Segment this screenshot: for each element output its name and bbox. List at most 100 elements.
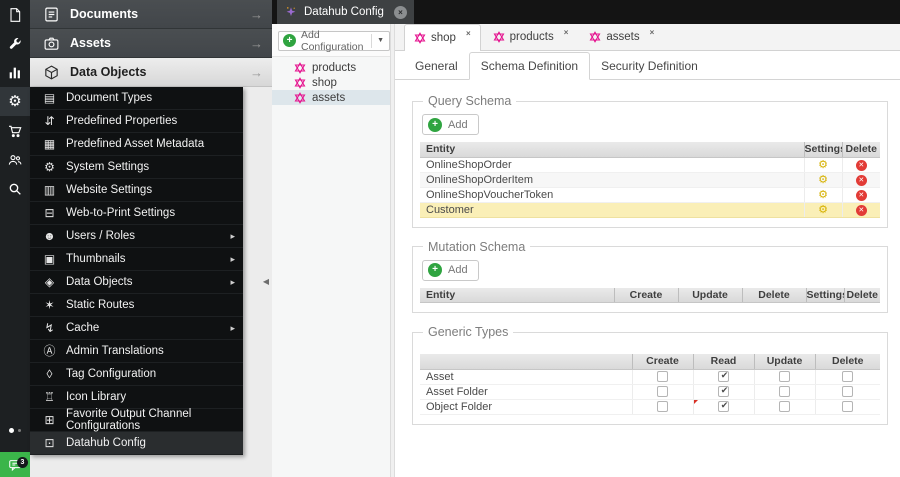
gear-icon[interactable]: ⚙ <box>818 174 828 186</box>
rail-ecommerce-button[interactable] <box>0 116 30 145</box>
delete-checkbox[interactable] <box>842 401 854 413</box>
menu-item-admin-translations[interactable]: ⒶAdmin Translations▸ <box>30 340 243 363</box>
column-header-update[interactable]: Update <box>753 354 815 370</box>
rail-tools-button[interactable] <box>0 29 30 58</box>
menu-item-predefined-properties[interactable]: ⇵Predefined Properties▸ <box>30 110 243 133</box>
menu-item-website-settings[interactable]: ▥Website Settings▸ <box>30 179 243 202</box>
tree-item-products[interactable]: products <box>272 60 390 75</box>
delete-icon[interactable]: ✕ <box>855 205 867 216</box>
column-header-read[interactable]: Read <box>692 354 754 370</box>
create-checkbox[interactable] <box>657 371 668 383</box>
rail-search-button[interactable] <box>0 174 30 203</box>
column-header-delete[interactable]: Delete <box>843 287 880 303</box>
table-row[interactable]: OnlineShopOrder ⚙ ✕ <box>420 157 880 173</box>
update-checkbox[interactable] <box>779 401 790 413</box>
menu-item-web-to-print-settings[interactable]: ⊟Web-to-Print Settings▸ <box>30 202 243 225</box>
rail-settings-button[interactable]: ⚙ <box>0 87 30 116</box>
delete-icon[interactable]: ✕ <box>855 160 867 171</box>
tab-security-definition[interactable]: Security Definition <box>590 53 709 79</box>
menu-item-label: Icon Library <box>66 391 127 403</box>
read-cell <box>692 369 754 385</box>
menu-item-system-settings[interactable]: ⚙System Settings▸ <box>30 156 243 179</box>
rail-documents-button[interactable] <box>0 0 30 29</box>
schema-definition-content: Query Schema + Add Entity Settings Delet… <box>395 80 900 425</box>
update-checkbox[interactable] <box>779 386 790 398</box>
datahub-config-panel-tab[interactable]: Datahub Config × <box>277 0 414 24</box>
close-icon[interactable]: × <box>393 5 407 19</box>
tab-products[interactable]: products × <box>484 24 578 50</box>
menu-item-datahub-config[interactable]: ⊡Datahub Config▸ <box>30 432 243 455</box>
chat-button[interactable]: 3 <box>0 452 30 477</box>
menu-item-thumbnails[interactable]: ▣ Thumbnails ▸ <box>30 248 243 271</box>
settings-cell[interactable]: ⚙ <box>803 202 842 218</box>
menu-item-static-routes[interactable]: ✶Static Routes▸ <box>30 294 243 317</box>
plus-icon: + <box>283 34 296 47</box>
accordion-section-label: Assets <box>70 36 111 50</box>
column-header-settings[interactable]: Settings <box>803 142 842 158</box>
update-checkbox[interactable] <box>779 371 790 383</box>
tab-shop[interactable]: shop × <box>404 24 481 51</box>
column-header-delete[interactable]: Delete <box>841 142 880 158</box>
menu-item-data-objects[interactable]: ◈ Data Objects ▸ <box>30 271 243 294</box>
column-header-create[interactable]: Create <box>613 287 678 303</box>
settings-cell[interactable]: ⚙ <box>803 172 842 188</box>
table-row[interactable]: OnlineShopOrderItem ⚙ ✕ <box>420 172 880 188</box>
add-button-label: Add <box>448 118 468 131</box>
column-header-entity[interactable]: Entity <box>420 287 614 303</box>
menu-item-label: Data Objects <box>66 276 133 288</box>
rail-reports-button[interactable] <box>0 58 30 87</box>
accordion-section-data-objects[interactable]: Data Objects → <box>30 58 272 87</box>
tab-schema-definition[interactable]: Schema Definition <box>468 52 591 80</box>
create-checkbox[interactable] <box>657 386 668 398</box>
delete-cell[interactable]: ✕ <box>841 202 880 218</box>
table-row[interactable]: OnlineShopVoucherToken ⚙ ✕ <box>420 187 880 203</box>
column-header-create[interactable]: Create <box>631 354 693 370</box>
delete-cell[interactable]: ✕ <box>841 157 880 173</box>
panel-splitter[interactable] <box>390 24 395 477</box>
tree-item-assets[interactable]: assets <box>272 90 390 105</box>
gear-icon[interactable]: ⚙ <box>818 159 828 171</box>
menu-item-users-roles[interactable]: ☻ Users / Roles ▸ <box>30 225 243 248</box>
close-icon[interactable]: × <box>650 28 655 37</box>
tab-assets[interactable]: assets × <box>580 24 663 50</box>
column-header-delete[interactable]: Delete <box>814 354 880 370</box>
column-header-entity[interactable]: Entity <box>420 142 804 158</box>
menu-item-favorite-output-channel-configurations[interactable]: ⊞Favorite Output Channel Configurations▸ <box>30 408 243 432</box>
tree-item-shop[interactable]: shop <box>272 75 390 90</box>
read-checkbox[interactable] <box>718 385 730 398</box>
close-icon[interactable]: × <box>466 29 471 38</box>
delete-checkbox[interactable] <box>842 371 854 383</box>
query-schema-add-button[interactable]: + Add <box>422 114 479 135</box>
accordion-section-assets[interactable]: Assets → <box>30 29 272 58</box>
read-checkbox[interactable] <box>718 370 730 383</box>
notification-dots[interactable] <box>0 423 30 437</box>
column-header-delete[interactable]: Delete <box>741 287 806 303</box>
column-header-settings[interactable]: Settings <box>805 287 844 303</box>
menu-item-cache[interactable]: ↯ Cache ▸ <box>30 317 243 340</box>
menu-item-icon-library[interactable]: ♖Icon Library▸ <box>30 386 243 409</box>
delete-checkbox[interactable] <box>842 386 854 398</box>
gear-icon[interactable]: ⚙ <box>818 189 828 201</box>
create-checkbox[interactable] <box>657 401 668 413</box>
add-configuration-button[interactable]: + Add Configuration ▼ <box>278 29 390 53</box>
menu-item-tag-configuration[interactable]: ◊Tag Configuration▸ <box>30 363 243 386</box>
rail-users-button[interactable] <box>0 145 30 174</box>
accordion-section-documents[interactable]: Documents → <box>30 0 272 29</box>
tab-general[interactable]: General <box>404 53 469 79</box>
read-checkbox[interactable] <box>718 400 730 413</box>
table-row[interactable]: Customer ⚙ ✕ <box>420 202 880 218</box>
delete-cell[interactable]: ✕ <box>841 172 880 188</box>
collapse-panel-arrow[interactable]: ◀ <box>263 277 269 286</box>
menu-item-document-types[interactable]: ▤Document Types▸ <box>30 87 243 110</box>
close-icon[interactable]: × <box>564 28 569 37</box>
mutation-schema-add-button[interactable]: + Add <box>422 259 479 281</box>
delete-icon[interactable]: ✕ <box>855 190 867 201</box>
menu-item-predefined-asset-metadata[interactable]: ▦Predefined Asset Metadata▸ <box>30 133 243 156</box>
dropdown-caret-icon[interactable]: ▼ <box>371 33 389 48</box>
settings-cell[interactable]: ⚙ <box>803 157 842 173</box>
delete-icon[interactable]: ✕ <box>855 175 867 186</box>
gear-icon[interactable]: ⚙ <box>818 204 828 216</box>
settings-cell[interactable]: ⚙ <box>803 187 842 203</box>
delete-cell[interactable]: ✕ <box>841 187 880 203</box>
column-header-update[interactable]: Update <box>677 287 742 303</box>
